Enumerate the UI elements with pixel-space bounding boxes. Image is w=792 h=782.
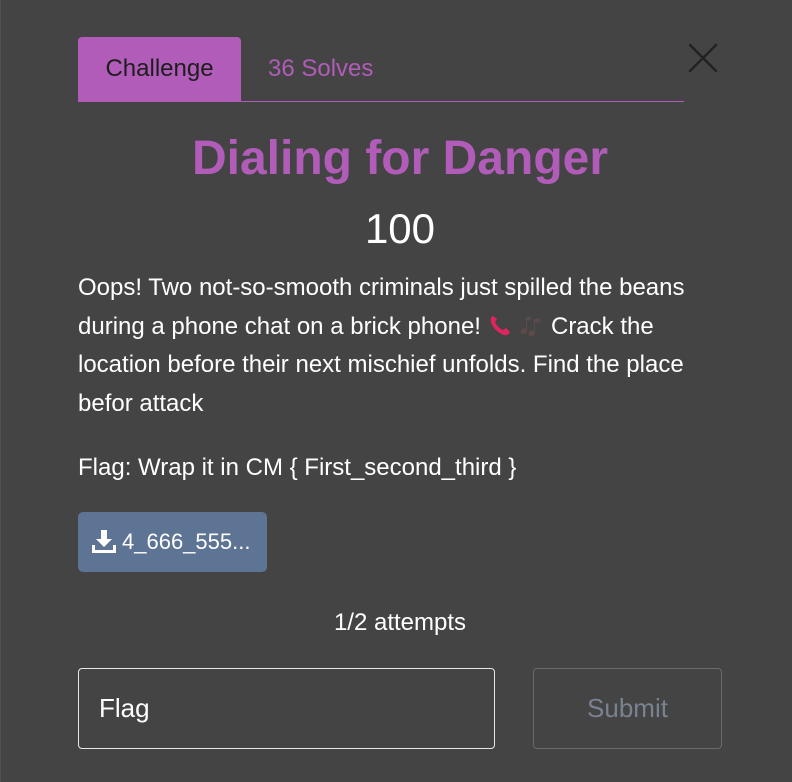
challenge-tabs: Challenge 36 Solves bbox=[78, 37, 684, 102]
download-icon bbox=[92, 530, 116, 553]
telephone-receiver-icon bbox=[490, 315, 510, 335]
submit-button[interactable]: Submit bbox=[533, 668, 722, 749]
attempts-counter: 1/2 attempts bbox=[333, 609, 467, 636]
tab-challenge[interactable]: Challenge bbox=[78, 37, 241, 101]
flag-format-note: Flag: Wrap it in CM { First_second_third… bbox=[78, 454, 517, 481]
file-download-button[interactable]: 4_666_555... bbox=[78, 512, 267, 572]
modal-edge bbox=[0, 0, 1, 782]
challenge-modal: Challenge 36 Solves Dialing for Danger 1… bbox=[0, 0, 792, 782]
challenge-points: 100 bbox=[364, 205, 436, 252]
close-icon bbox=[688, 43, 718, 73]
musical-notes-icon bbox=[520, 316, 541, 336]
challenge-description: Oops! Two not-so-smooth criminals just s… bbox=[78, 269, 728, 423]
download-file-label: 4_666_555... bbox=[122, 529, 251, 554]
tab-solves[interactable]: 36 Solves bbox=[256, 37, 386, 101]
flag-input[interactable] bbox=[78, 668, 495, 749]
close-button[interactable] bbox=[686, 41, 720, 75]
challenge-title: Dialing for Danger bbox=[191, 132, 609, 185]
